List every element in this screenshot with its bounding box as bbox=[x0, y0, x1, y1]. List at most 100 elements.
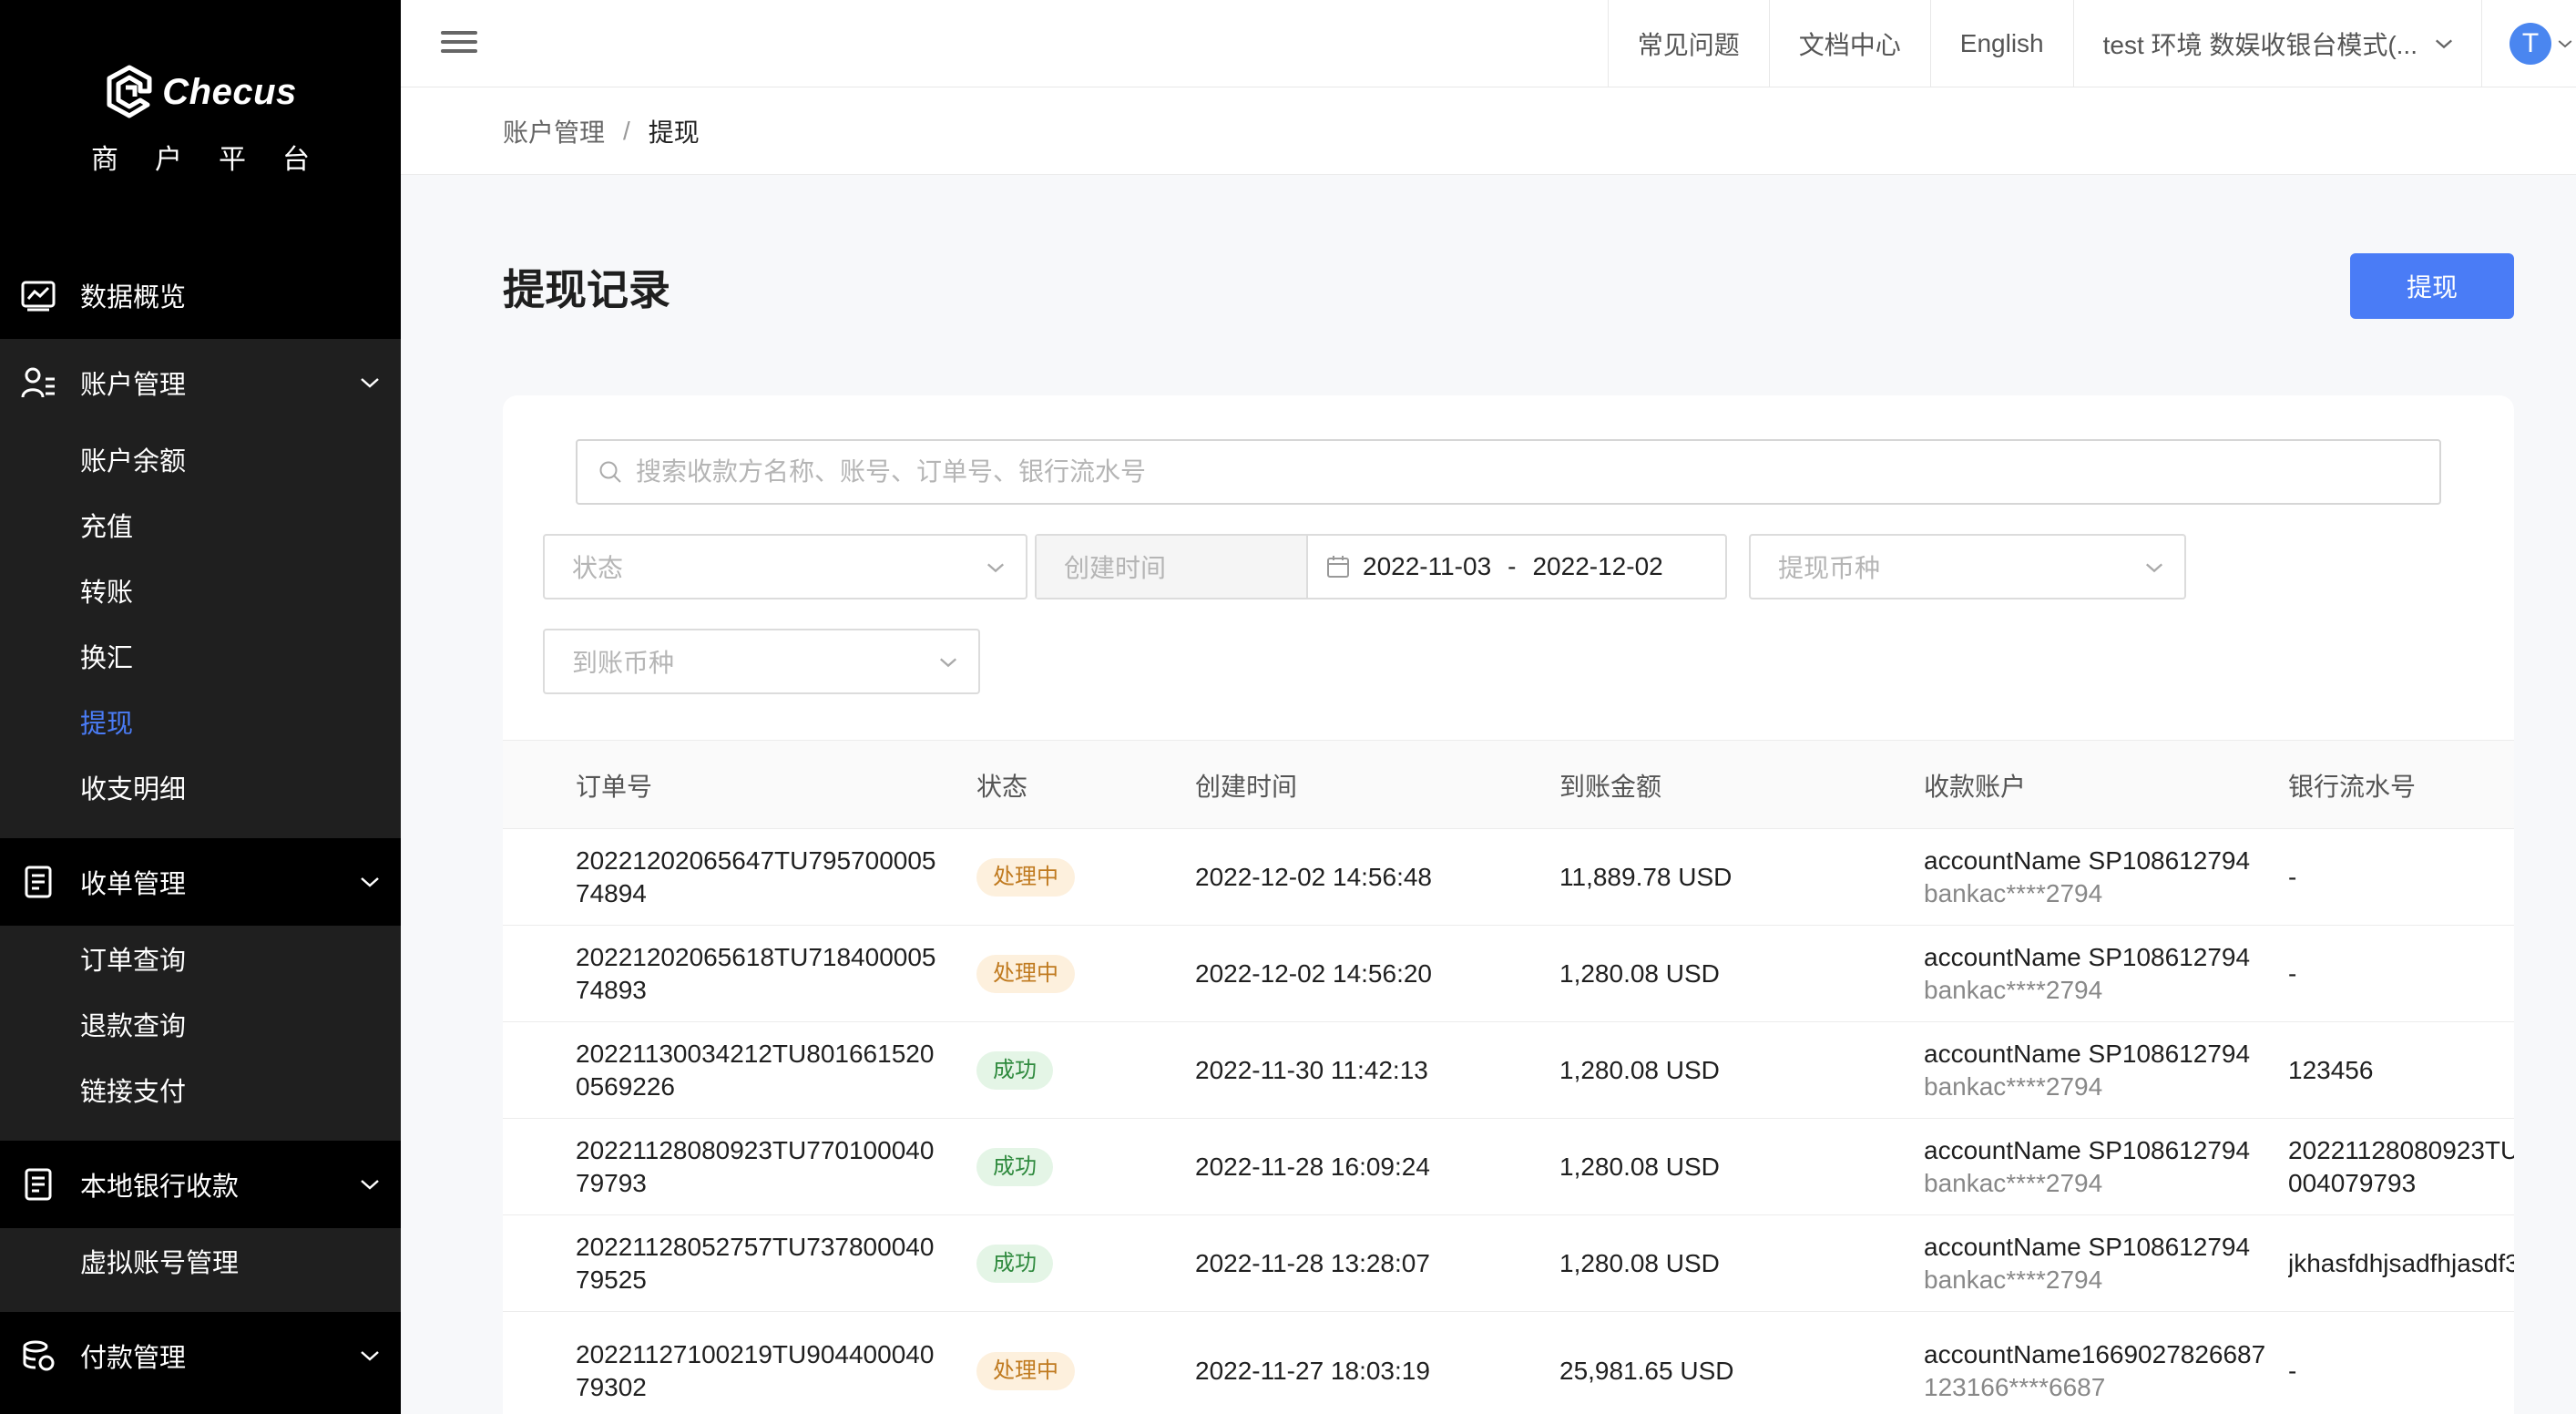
date-range-picker[interactable]: 2022-11-03 - 2022-12-02 bbox=[1308, 536, 1725, 598]
breadcrumb-current: 提现 bbox=[648, 118, 700, 147]
menu-acquiring: 收单管理 订单查询 退款查询 链接支付 bbox=[0, 838, 401, 1141]
withdraw-currency-select[interactable]: 提现币种 bbox=[1749, 534, 2186, 599]
column-header-created: 创建时间 bbox=[1195, 773, 1298, 801]
sidebar-item-refunds[interactable]: 退款查询 bbox=[0, 991, 401, 1057]
sidebar-group-payout[interactable]: 付款管理 bbox=[0, 1312, 401, 1399]
sidebar-item-topup[interactable]: 充值 bbox=[0, 492, 401, 558]
status-badge: 成功 bbox=[976, 1244, 1053, 1283]
bank-ref: - bbox=[2288, 1356, 2297, 1385]
page-title: 提现记录 bbox=[503, 266, 670, 313]
bank-ref-continued: 004079793 bbox=[2288, 1168, 2417, 1197]
receive-currency-select[interactable]: 到账币种 bbox=[543, 629, 980, 694]
date-end: 2022-12-02 bbox=[1532, 552, 1663, 580]
account-number: bankac****2794 bbox=[1924, 1071, 2103, 1101]
sidebar-item-balance[interactable]: 账户余额 bbox=[0, 426, 401, 492]
user-list-icon bbox=[20, 364, 56, 401]
sidebar-item-overview[interactable]: 数据概览 bbox=[0, 251, 401, 339]
top-header: 常见问题 文档中心 English test 环境 数娱收银台模式(... T bbox=[401, 0, 2576, 87]
search-box bbox=[576, 439, 2441, 505]
order-number: 20221202065618TU71840000574893 bbox=[576, 942, 936, 1004]
table-row[interactable]: 20221128080923TU77010004079793 成功 2022-1… bbox=[503, 1119, 2514, 1215]
bank-ref: 20221128080923TU bbox=[2288, 1135, 2514, 1164]
order-number: 20221127100219TU90440004079302 bbox=[576, 1339, 935, 1401]
column-header-account: 收款账户 bbox=[1924, 773, 2027, 801]
account-name: accountName SP108612794 bbox=[1924, 845, 2251, 875]
sidebar-item-payment-link[interactable]: 链接支付 bbox=[0, 1057, 401, 1122]
column-header-status: 状态 bbox=[976, 773, 1028, 801]
brand-name: Checus bbox=[162, 71, 297, 112]
status-badge: 处理中 bbox=[976, 857, 1075, 897]
account-name: accountName1669027826687 bbox=[1924, 1339, 2266, 1368]
environment-selector[interactable]: test 环境 数娱收银台模式(... bbox=[2072, 0, 2481, 87]
withdraw-button[interactable]: 提现 bbox=[2350, 253, 2514, 319]
receive-currency-placeholder: 到账币种 bbox=[572, 649, 675, 677]
avatar: T bbox=[2510, 23, 2551, 65]
table-row[interactable]: 20221127100219TU90440004079302 处理中 2022-… bbox=[503, 1312, 2514, 1414]
calendar-icon bbox=[1327, 556, 1349, 578]
received-amount: 1,280.08 USD bbox=[1559, 1152, 1720, 1181]
status-select[interactable]: 状态 bbox=[543, 534, 1027, 599]
received-amount: 1,280.08 USD bbox=[1559, 1055, 1720, 1084]
table-row[interactable]: 20221202065618TU71840000574893 处理中 2022-… bbox=[503, 926, 2514, 1022]
account-number: 123166****6687 bbox=[1924, 1372, 2106, 1401]
submenu-local-bank: 虚拟账号管理 bbox=[0, 1228, 401, 1312]
created-time: 2022-12-02 14:56:20 bbox=[1195, 958, 1432, 988]
status-badge: 处理中 bbox=[976, 1351, 1075, 1390]
menu-overview: 数据概览 bbox=[0, 251, 401, 339]
breadcrumb-parent[interactable]: 账户管理 bbox=[503, 113, 605, 149]
bank-ref: jkhasfdhjsadfhjasdf3 bbox=[2288, 1248, 2514, 1277]
nav-faq[interactable]: 常见问题 bbox=[1607, 0, 1769, 87]
sidebar-group-local-bank[interactable]: 本地银行收款 bbox=[0, 1141, 401, 1228]
chevron-down-icon bbox=[2558, 40, 2572, 48]
sidebar-item-virtual-accounts[interactable]: 虚拟账号管理 bbox=[0, 1228, 401, 1294]
account-name: accountName SP108612794 bbox=[1924, 1232, 2251, 1261]
sidebar-item-statement[interactable]: 收支明细 bbox=[0, 754, 401, 820]
bank-ref: - bbox=[2288, 958, 2297, 988]
nav-docs[interactable]: 文档中心 bbox=[1768, 0, 1930, 87]
submenu-acquiring: 订单查询 退款查询 链接支付 bbox=[0, 926, 401, 1141]
bank-ref: 123456 bbox=[2288, 1055, 2374, 1084]
sidebar-group-label: 收单管理 bbox=[80, 870, 187, 899]
menu-toggle-icon[interactable] bbox=[441, 26, 477, 62]
sidebar-group-acquiring[interactable]: 收单管理 bbox=[0, 838, 401, 926]
withdraw-currency-placeholder: 提现币种 bbox=[1778, 554, 1881, 582]
account-name: accountName SP108612794 bbox=[1924, 942, 2251, 971]
created-time: 2022-12-02 14:56:48 bbox=[1195, 862, 1432, 891]
table-row[interactable]: 20221202065647TU79570000574894 处理中 2022-… bbox=[503, 829, 2514, 926]
brand-logo[interactable]: Checus 商户平台 bbox=[0, 64, 401, 177]
chevron-down-icon bbox=[2145, 563, 2163, 573]
sidebar-group-label: 本地银行收款 bbox=[80, 1173, 240, 1202]
user-menu[interactable]: T bbox=[2481, 0, 2576, 87]
menu-local-bank: 本地银行收款 虚拟账号管理 bbox=[0, 1141, 401, 1312]
sidebar-item-transfer[interactable]: 转账 bbox=[0, 558, 401, 623]
account-name: accountName SP108612794 bbox=[1924, 1135, 2251, 1164]
account-number: bankac****2794 bbox=[1924, 878, 2103, 907]
nav-language[interactable]: English bbox=[1929, 0, 2073, 87]
account-number: bankac****2794 bbox=[1924, 1168, 2103, 1197]
status-select-placeholder: 状态 bbox=[572, 554, 624, 582]
account-number: bankac****2794 bbox=[1924, 1265, 2103, 1294]
received-amount: 1,280.08 USD bbox=[1559, 1248, 1720, 1277]
sidebar-group-account[interactable]: 账户管理 bbox=[0, 339, 401, 426]
column-header-bank-ref: 银行流水号 bbox=[2288, 773, 2417, 801]
chevron-down-icon bbox=[361, 1351, 379, 1361]
column-header-order: 订单号 bbox=[576, 773, 653, 801]
sidebar-item-exchange[interactable]: 换汇 bbox=[0, 623, 401, 689]
table-row[interactable]: 20221130034212TU8016615200569226 成功 2022… bbox=[503, 1022, 2514, 1119]
bank-ref: - bbox=[2288, 862, 2297, 891]
received-amount: 11,889.78 USD bbox=[1559, 862, 1733, 891]
sidebar-item-withdraw[interactable]: 提现 bbox=[0, 689, 401, 754]
created-time-label: 创建时间 bbox=[1037, 536, 1308, 598]
table-row[interactable]: 20221128052757TU73780004079525 成功 2022-1… bbox=[503, 1215, 2514, 1312]
chevron-down-icon bbox=[2435, 39, 2453, 49]
chevron-down-icon bbox=[361, 877, 379, 887]
header-nav: 常见问题 文档中心 English test 环境 数娱收银台模式(... T bbox=[1607, 0, 2576, 87]
submenu-account: 账户余额 充值 转账 换汇 提现 收支明细 bbox=[0, 426, 401, 838]
date-start: 2022-11-03 bbox=[1363, 552, 1492, 580]
sidebar-item-orders[interactable]: 订单查询 bbox=[0, 926, 401, 991]
breadcrumb-separator: / bbox=[623, 116, 630, 145]
status-badge: 成功 bbox=[976, 1147, 1053, 1186]
column-header-amount: 到账金额 bbox=[1559, 773, 1662, 801]
withdraw-table: 订单号 状态 创建时间 到账金额 收款账户 银行流水号 202212020656… bbox=[503, 740, 2514, 1414]
search-input[interactable] bbox=[636, 457, 2366, 487]
